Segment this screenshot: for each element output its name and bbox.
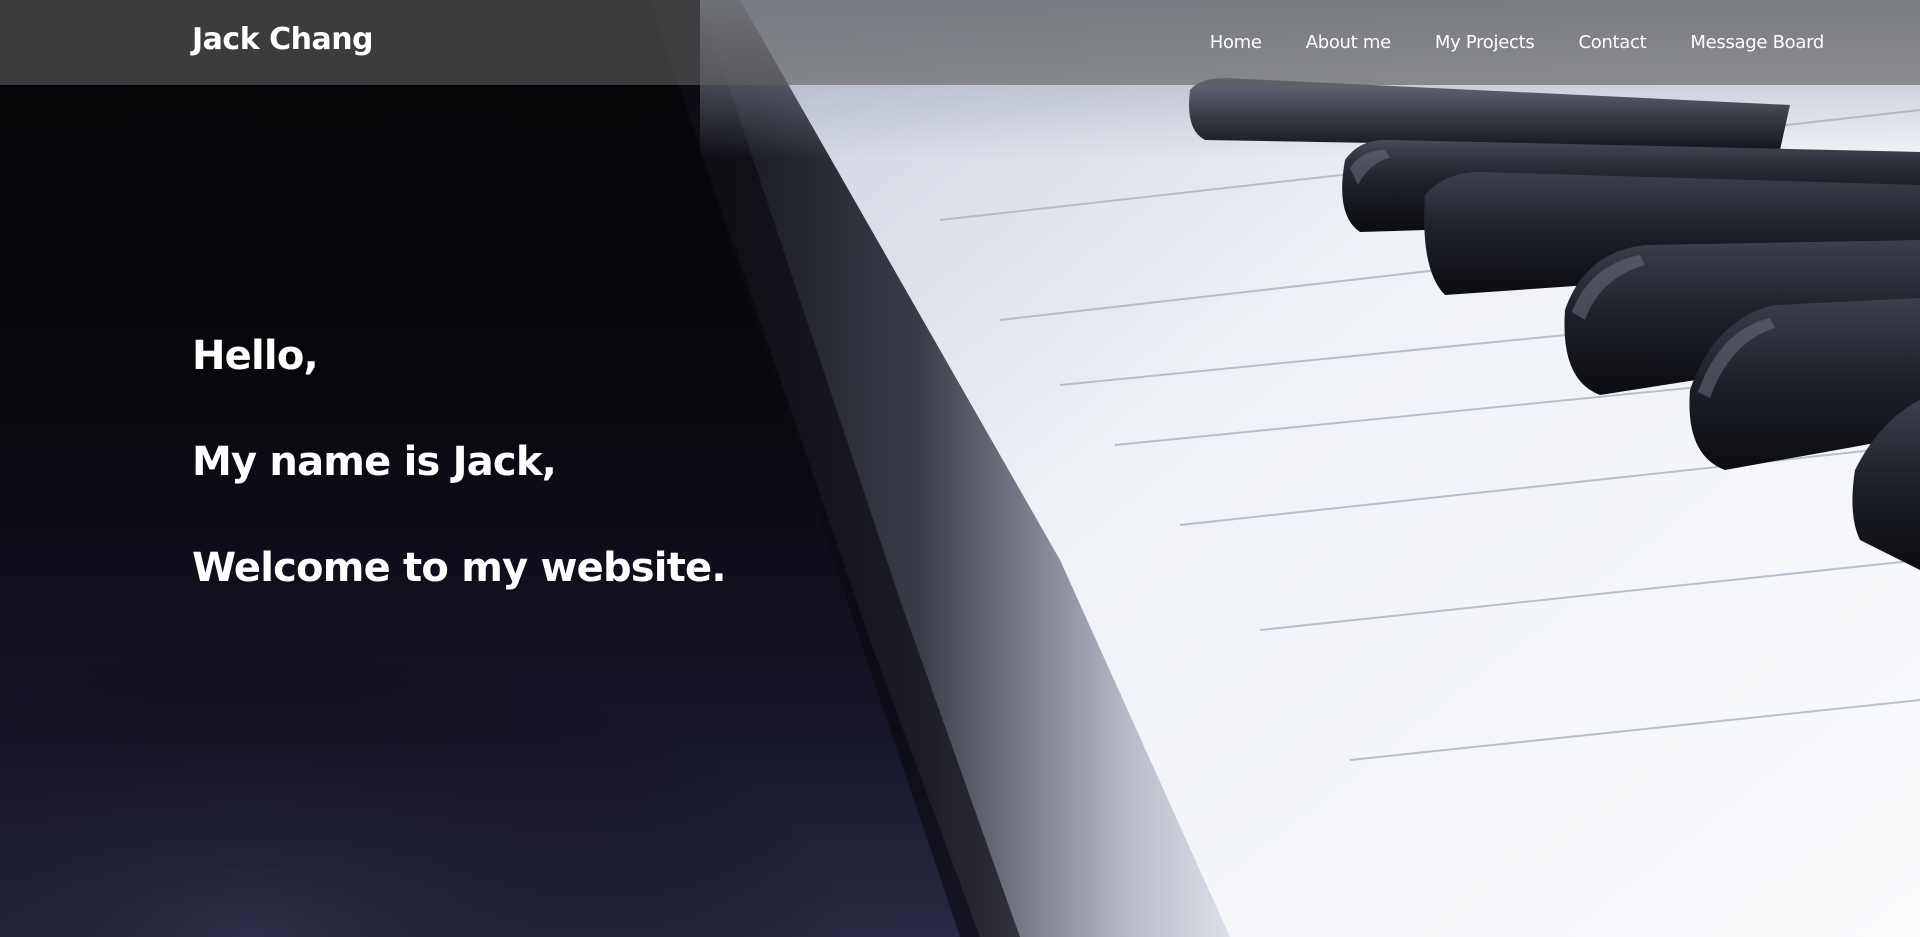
hero-section: Jack Chang Home About me My Projects Con… xyxy=(0,0,1920,937)
nav-link-message-board[interactable]: Message Board xyxy=(1668,32,1846,53)
nav-menu: Home About me My Projects Contact Messag… xyxy=(1188,0,1846,85)
nav-link-contact[interactable]: Contact xyxy=(1556,32,1668,53)
greeting-welcome: Welcome to my website. xyxy=(192,545,727,591)
nav-link-about-me[interactable]: About me xyxy=(1284,32,1413,53)
hero-greeting: Hello, My name is Jack, Welcome to my we… xyxy=(192,330,727,648)
nav-link-my-projects[interactable]: My Projects xyxy=(1413,32,1557,53)
nav-link-home[interactable]: Home xyxy=(1188,32,1284,53)
greeting-hello: Hello, xyxy=(192,333,319,379)
brand-logo-link[interactable]: Jack Chang xyxy=(192,22,374,57)
top-navbar: Jack Chang Home About me My Projects Con… xyxy=(0,0,1920,85)
greeting-name: My name is Jack, xyxy=(192,439,557,485)
